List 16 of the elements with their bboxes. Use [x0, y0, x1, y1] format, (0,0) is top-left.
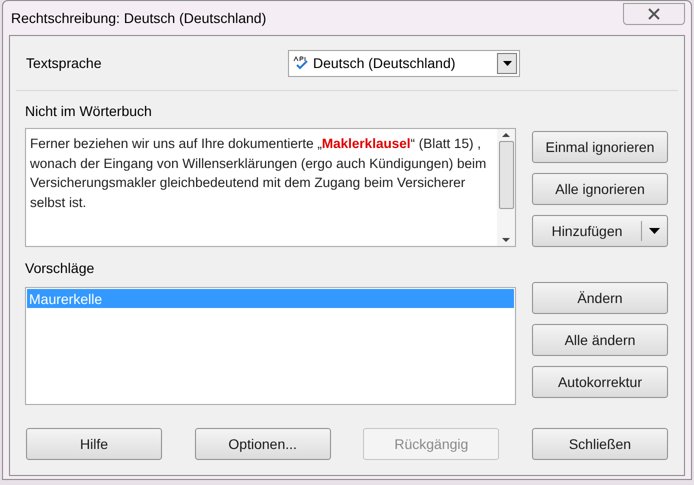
ignore-button[interactable]: Einmal ignorieren	[532, 131, 668, 163]
change-button[interactable]: Ändern	[532, 282, 668, 314]
section-label: Vorschläge	[25, 259, 96, 278]
footer-button[interactable]: Schließen	[532, 428, 668, 460]
footer-button[interactable]: Hilfe	[26, 428, 162, 460]
change-button[interactable]: Autokorrektur	[532, 366, 668, 398]
language-dropdown[interactable]: Deutsch (Deutschland)	[288, 50, 520, 76]
footer-button[interactable]: Optionen...	[194, 428, 331, 460]
sentence-text: Ferner beziehen wir uns auf Ihre dokumentierte „Maklerklausel“ (Blatt 15) , wonach der Eingang von Willenserklärungen (ergo auch Kündigungen) beim Versicherungsmakler gleichbedeutend mit dem Zugang beim Versicherer selbst ist.	[29, 135, 488, 212]
ignore-button[interactable]: Alle ignorieren	[532, 173, 668, 205]
add-button[interactable]: Hinzufügen	[532, 215, 668, 247]
section-label: Nicht im Wörterbuch	[25, 102, 153, 121]
change-button[interactable]: Alle ändern	[532, 324, 668, 356]
window-title: Rechtschreibung: Deutsch (Deutschland)	[11, 8, 266, 28]
language-label: Textsprache	[26, 54, 102, 73]
language-value: Deutsch (Deutschland)	[313, 54, 456, 73]
